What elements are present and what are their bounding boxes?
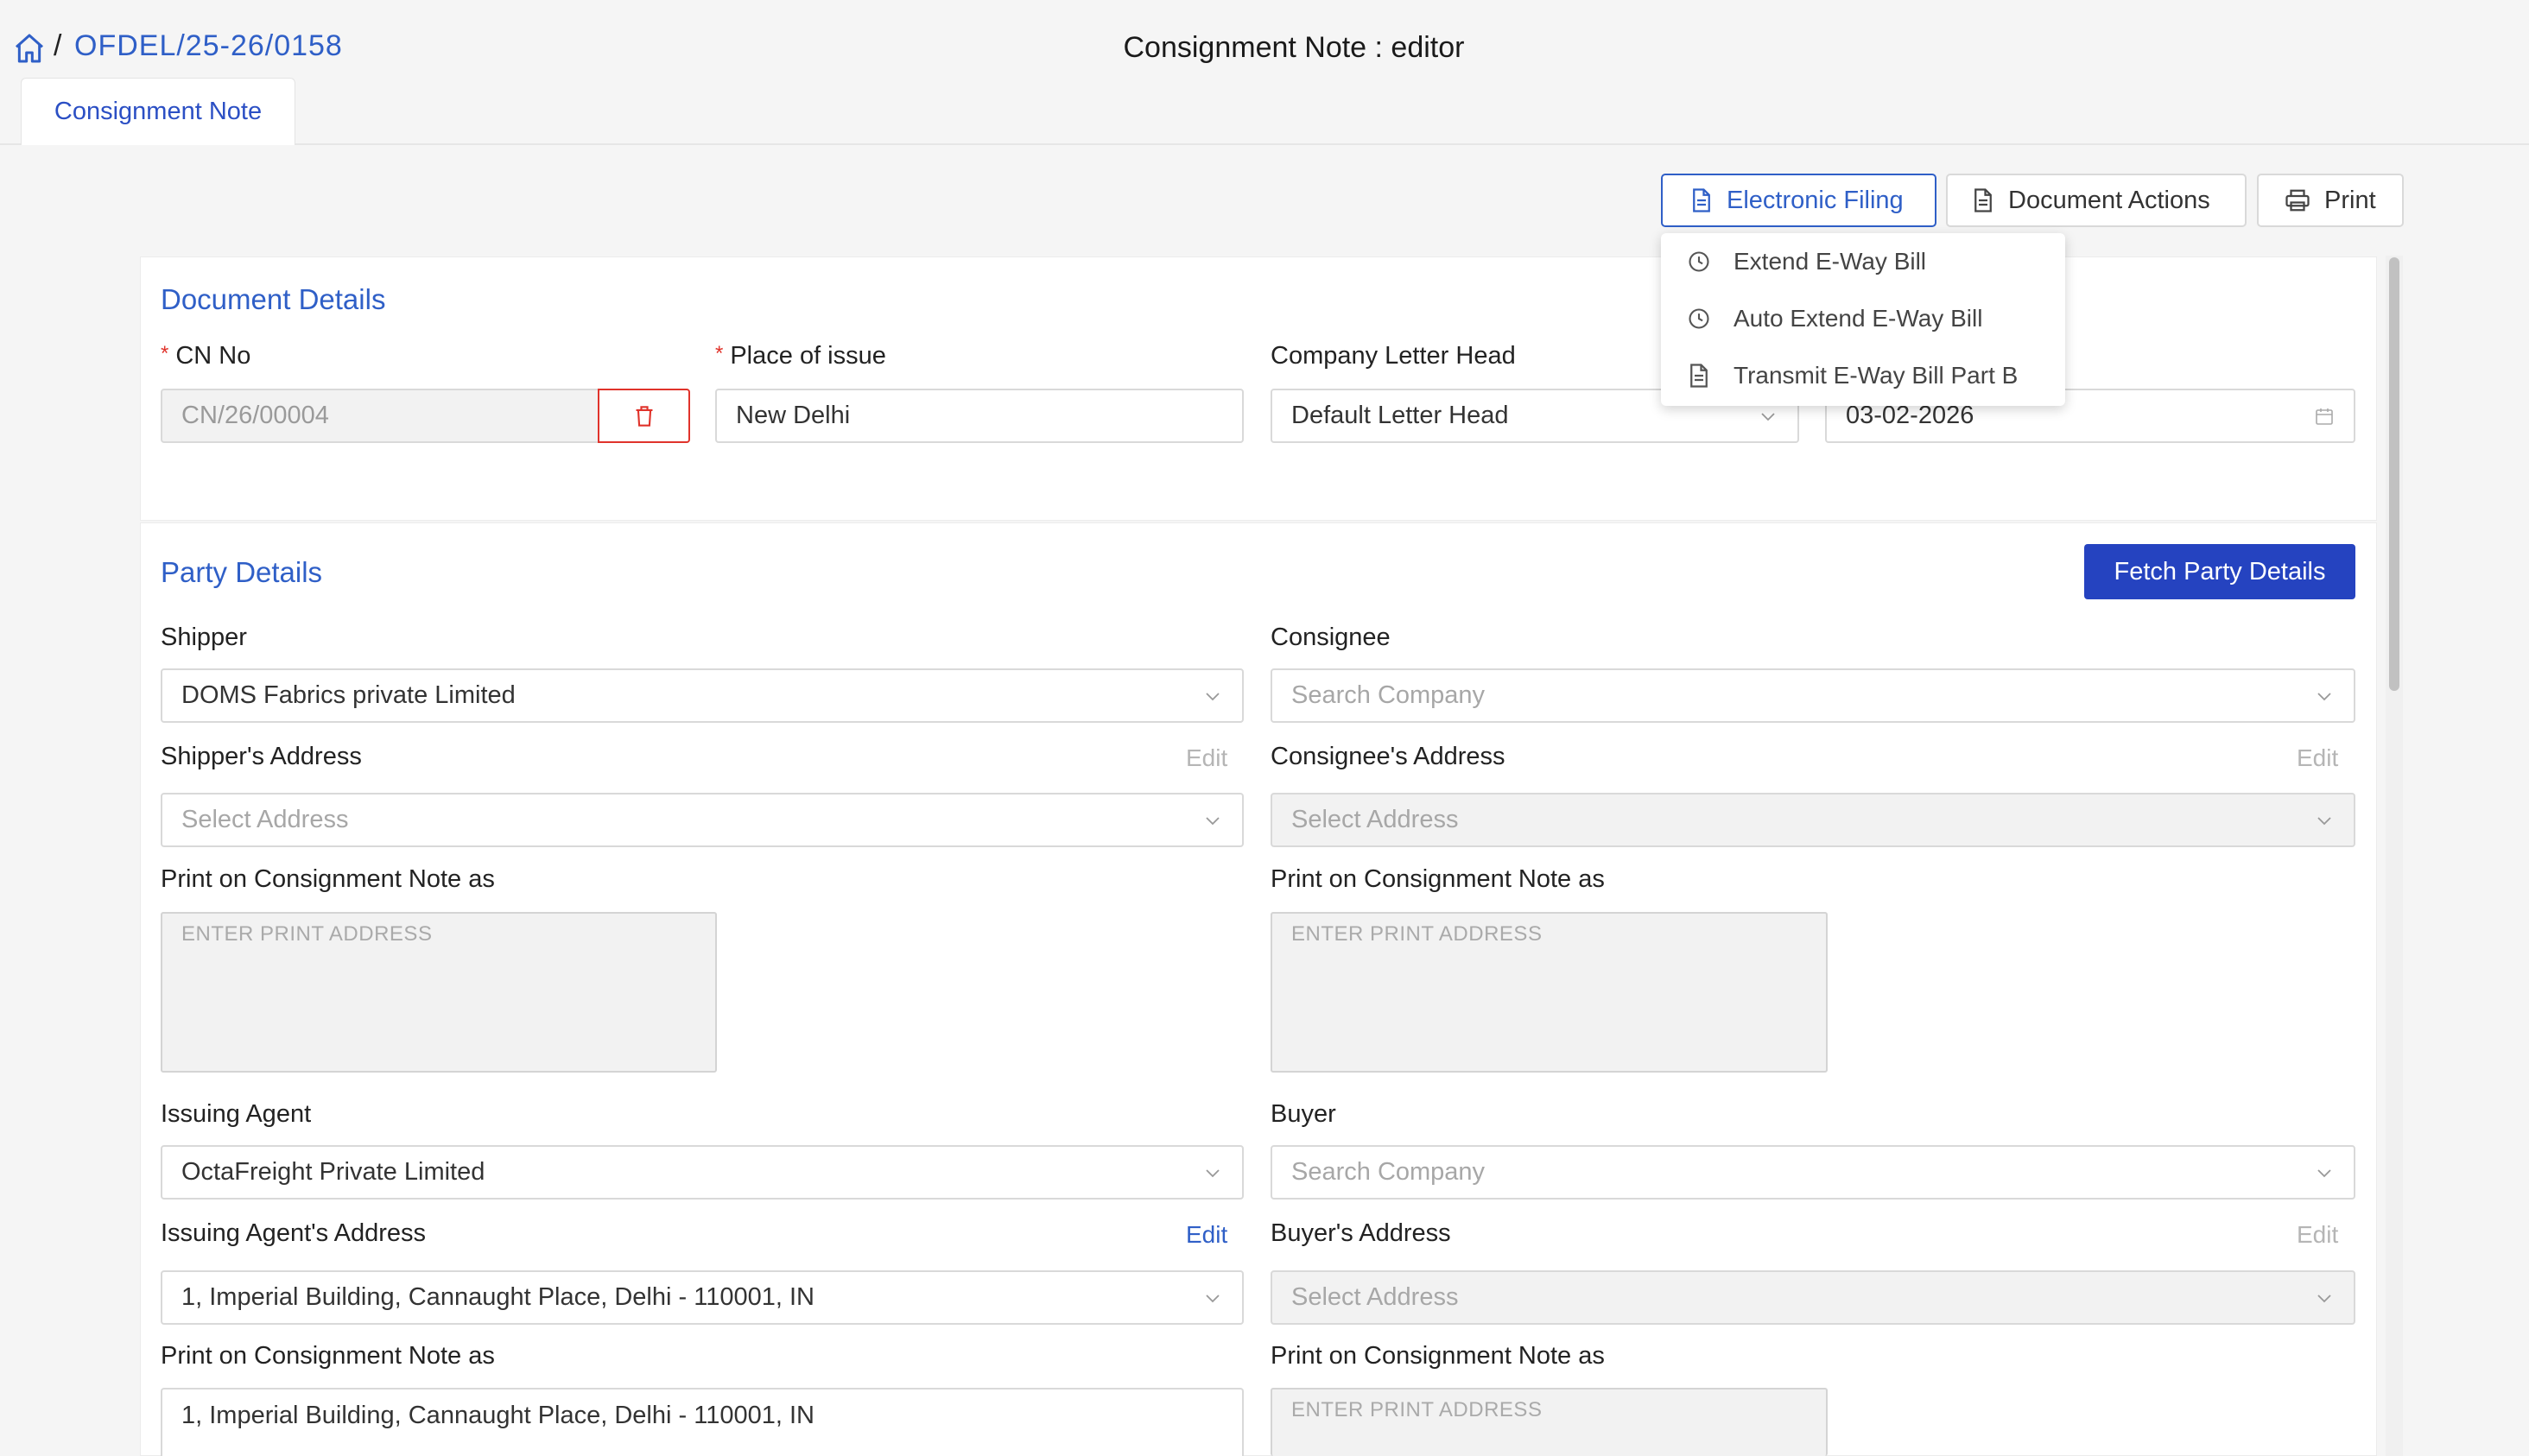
consignee-address-select: Select Address — [1271, 793, 2355, 847]
chevron-down-icon — [2317, 1169, 2331, 1178]
issuing-agent-value: OctaFreight Private Limited — [181, 1158, 485, 1186]
buyer-address-select: Select Address — [1271, 1270, 2355, 1325]
consignee-print-label: Print on Consignment Note as — [1271, 865, 1605, 893]
delete-cn-button[interactable] — [598, 389, 690, 443]
buyer-print-textarea[interactable]: ENTER PRINT ADDRESS — [1271, 1388, 1828, 1456]
shipper-print-textarea[interactable]: ENTER PRINT ADDRESS — [161, 912, 717, 1073]
chevron-down-icon — [2317, 817, 2331, 826]
fetch-party-details-button[interactable]: Fetch Party Details — [2084, 544, 2355, 599]
calendar-icon — [2316, 408, 2333, 425]
electronic-filing-menu: Extend E-Way Bill Auto Extend E-Way Bill… — [1661, 233, 2065, 406]
menu-item-transmit-eway-bill-part-b[interactable]: Transmit E-Way Bill Part B — [1687, 362, 2018, 389]
letter-head-value: Default Letter Head — [1291, 402, 1509, 429]
shipper-select[interactable]: DOMS Fabrics private Limited — [161, 668, 1244, 723]
document-icon — [1690, 364, 1708, 388]
chevron-down-icon — [2317, 1295, 2331, 1303]
place-of-issue-label: * Place of issue — [715, 342, 886, 370]
party-details-title: Party Details — [161, 556, 323, 588]
printer-icon — [2285, 189, 2310, 212]
consignee-print-textarea[interactable]: ENTER PRINT ADDRESS — [1271, 912, 1828, 1073]
document-icon — [1693, 188, 1710, 212]
shipper-address-select[interactable]: Select Address — [161, 793, 1244, 847]
menu-item-extend-eway-bill[interactable]: Extend E-Way Bill — [1687, 248, 1926, 275]
menu-item-label: Auto Extend E-Way Bill — [1734, 305, 1983, 332]
chevron-down-icon — [2317, 693, 2331, 701]
shipper-address-label: Shipper's Address — [161, 743, 362, 770]
shipper-print-label: Print on Consignment Note as — [161, 865, 495, 893]
buyer-address-edit-link[interactable]: Edit — [2297, 1221, 2338, 1249]
chevron-down-icon — [1206, 1295, 1220, 1303]
agent-print-label: Print on Consignment Note as — [161, 1342, 495, 1370]
consignee-address-edit-link[interactable]: Edit — [2297, 744, 2338, 772]
consignee-address-placeholder: Select Address — [1291, 806, 1459, 833]
issuing-agent-address-select[interactable]: 1, Imperial Building, Cannaught Place, D… — [161, 1270, 1244, 1325]
issuing-agent-select[interactable]: OctaFreight Private Limited — [161, 1145, 1244, 1200]
tab-bar-divider — [0, 143, 2529, 145]
agent-print-textarea[interactable]: 1, Imperial Building, Cannaught Place, D… — [161, 1388, 1244, 1456]
menu-item-label: Transmit E-Way Bill Part B — [1734, 362, 2019, 389]
document-actions-button[interactable]: Document Actions — [1946, 174, 2247, 227]
page-title: Consignment Note : editor — [1123, 31, 1465, 64]
document-icon — [1974, 188, 1992, 212]
shipper-address-edit-link[interactable]: Edit — [1186, 744, 1227, 772]
shipper-value: DOMS Fabrics private Limited — [181, 681, 516, 709]
place-of-issue-input[interactable]: New Delhi — [715, 389, 1244, 443]
consignee-address-label: Consignee's Address — [1271, 743, 1505, 770]
chevron-down-icon — [1206, 1169, 1220, 1178]
buyer-address-placeholder: Select Address — [1291, 1283, 1459, 1311]
shipper-label: Shipper — [161, 624, 247, 651]
document-actions-label: Document Actions — [2008, 186, 2210, 214]
scrollbar-thumb[interactable] — [2389, 257, 2399, 691]
buyer-select[interactable]: Search Company — [1271, 1145, 2355, 1200]
issuing-agent-label: Issuing Agent — [161, 1100, 312, 1128]
shipper-address-placeholder: Select Address — [181, 806, 349, 833]
issuing-agent-address-edit-link[interactable]: Edit — [1186, 1221, 1227, 1249]
letter-head-label: Company Letter Head — [1271, 342, 1516, 370]
consignee-label: Consignee — [1271, 624, 1391, 651]
issuing-agent-address-label: Issuing Agent's Address — [161, 1219, 427, 1247]
consignee-select[interactable]: Search Company — [1271, 668, 2355, 723]
trash-icon — [636, 405, 652, 427]
chevron-down-icon — [1206, 817, 1220, 826]
cn-no-label: * CN No — [161, 342, 251, 370]
menu-item-label: Extend E-Way Bill — [1734, 248, 1927, 275]
cn-no-field: CN/26/00004 — [161, 389, 599, 443]
electronic-filing-button[interactable]: Electronic Filing — [1661, 174, 1936, 227]
document-details-title: Document Details — [161, 283, 386, 315]
print-button[interactable]: Print — [2257, 174, 2404, 227]
electronic-filing-label: Electronic Filing — [1727, 186, 1904, 214]
clock-icon — [1689, 308, 1709, 329]
buyer-label: Buyer — [1271, 1100, 1336, 1128]
issuing-agent-address-value: 1, Imperial Building, Cannaught Place, D… — [181, 1283, 814, 1311]
buyer-address-label: Buyer's Address — [1271, 1219, 1451, 1247]
buyer-print-label: Print on Consignment Note as — [1271, 1342, 1605, 1370]
menu-item-auto-extend-eway-bill[interactable]: Auto Extend E-Way Bill — [1687, 305, 1982, 332]
clock-icon — [1689, 251, 1709, 272]
buyer-placeholder: Search Company — [1291, 1158, 1486, 1186]
tab-consignment-note[interactable]: Consignment Note — [21, 78, 295, 145]
chevron-down-icon — [1761, 413, 1775, 421]
consignee-placeholder: Search Company — [1291, 681, 1486, 709]
chevron-down-icon — [1206, 693, 1220, 701]
print-label: Print — [2324, 186, 2376, 214]
